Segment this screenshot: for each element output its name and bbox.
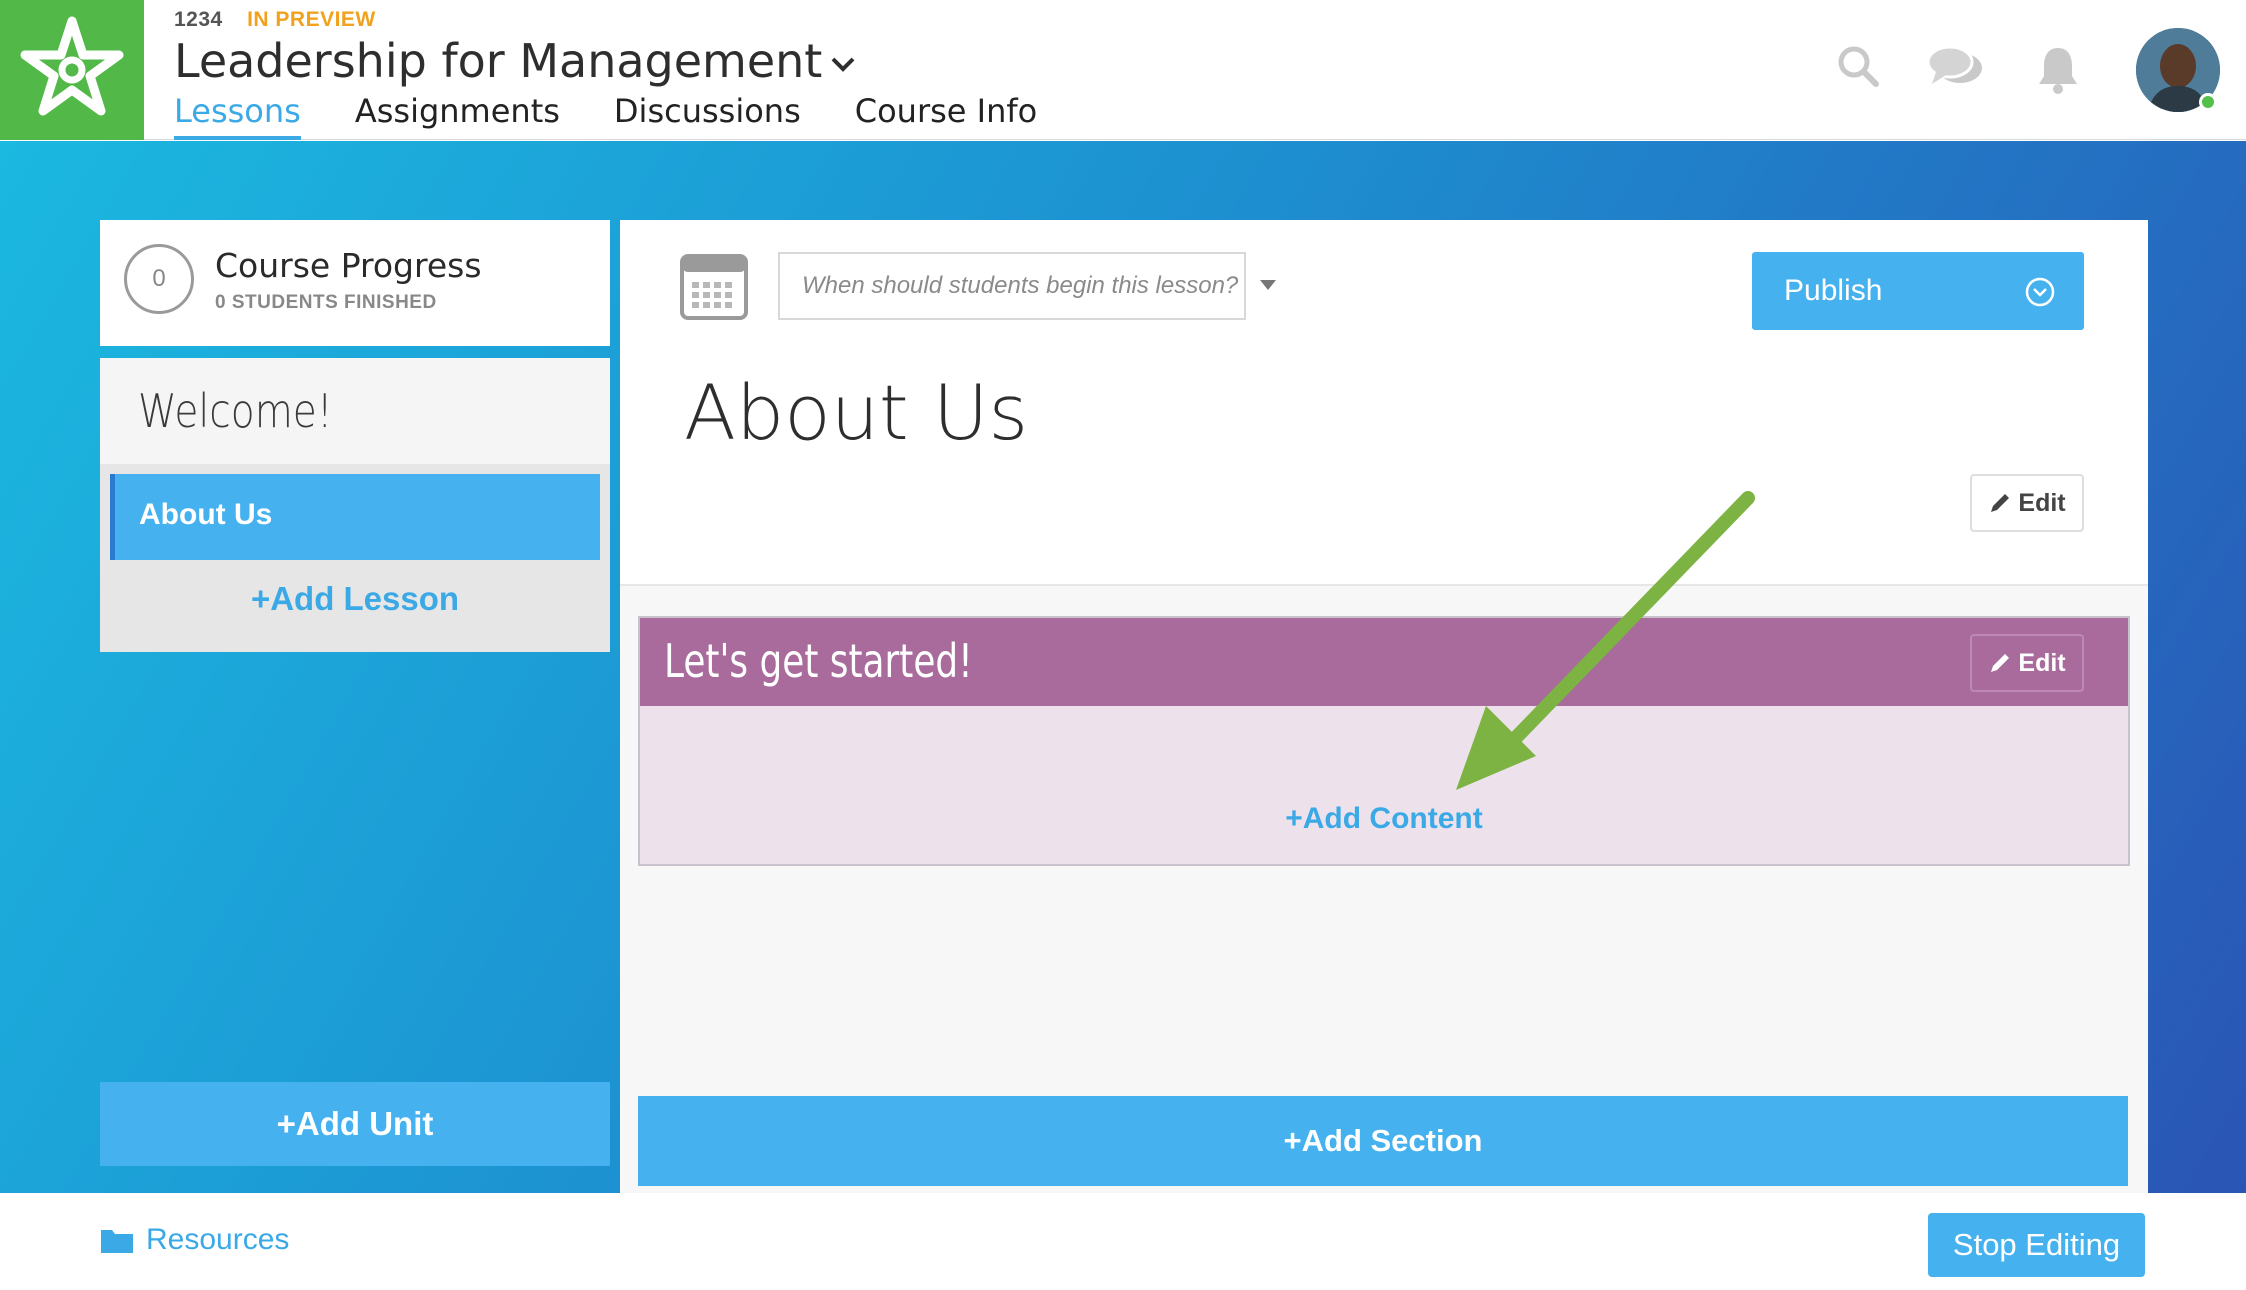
unit-card: Welcome! About Us +Add Lesson	[100, 358, 610, 652]
stop-editing-button[interactable]: Stop Editing	[1928, 1213, 2145, 1277]
add-content-button[interactable]: +Add Content	[640, 802, 2128, 836]
course-title-dropdown[interactable]: Leadership for Management	[174, 34, 856, 88]
tab-assignments[interactable]: Assignments	[355, 92, 560, 140]
course-id: 1234	[174, 8, 223, 31]
course-nav: Lessons Assignments Discussions Course I…	[174, 92, 1091, 140]
resources-label: Resources	[146, 1223, 290, 1256]
progress-subtitle: 0 STUDENTS FINISHED	[215, 292, 437, 313]
section-header: Let's get started! Edit	[640, 618, 2128, 706]
start-date-field[interactable]: When should students begin this lesson?	[778, 252, 1246, 320]
folder-icon	[101, 1230, 133, 1253]
edit-label: Edit	[2018, 648, 2066, 677]
tab-discussions[interactable]: Discussions	[614, 92, 801, 140]
add-unit-button[interactable]: +Add Unit	[100, 1082, 610, 1166]
lesson-editor-panel: When should students begin this lesson? …	[620, 220, 2148, 1193]
course-progress-card[interactable]: 0 Course Progress 0 STUDENTS FINISHED	[100, 220, 610, 346]
search-icon[interactable]	[1836, 44, 1880, 88]
chat-icon[interactable]	[1926, 44, 1986, 90]
publish-button[interactable]: Publish	[1752, 252, 2084, 330]
pencil-icon	[1991, 654, 2010, 672]
calendar-icon[interactable]	[680, 250, 748, 320]
progress-ring: 0	[124, 244, 194, 314]
edit-lesson-button[interactable]: Edit	[1970, 474, 2084, 532]
section-title: Let's get started!	[664, 634, 973, 688]
lesson-section: Let's get started! Edit +Add Content	[638, 616, 2130, 866]
chevron-down-icon	[831, 57, 855, 72]
resources-link[interactable]: Resources	[100, 1223, 289, 1257]
course-meta: 1234 IN PREVIEW	[174, 8, 376, 32]
lesson-header: When should students begin this lesson? …	[620, 220, 2148, 586]
edit-label: Edit	[2018, 488, 2066, 517]
progress-title: Course Progress	[215, 246, 482, 285]
tab-lessons[interactable]: Lessons	[174, 92, 301, 140]
tab-course-info[interactable]: Course Info	[855, 92, 1037, 140]
top-header: 1234 IN PREVIEW Leadership for Managemen…	[0, 0, 2246, 140]
date-dropdown-caret-icon[interactable]	[1260, 280, 1276, 290]
chevron-circle-down-icon	[2025, 277, 2055, 307]
preview-status: IN PREVIEW	[247, 8, 376, 31]
app-logo[interactable]	[0, 0, 144, 140]
lesson-title: About Us	[684, 368, 1029, 457]
course-title: Leadership for Management	[174, 34, 823, 88]
publish-label: Publish	[1784, 274, 1883, 307]
unit-header[interactable]: Welcome!	[100, 358, 610, 464]
lesson-label: About Us	[139, 498, 273, 531]
online-status-dot	[2199, 93, 2217, 111]
footer-bar: Resources Stop Editing	[0, 1193, 2246, 1290]
edit-section-button[interactable]: Edit	[1970, 634, 2084, 692]
pencil-icon	[1991, 494, 2010, 512]
unit-title: Welcome!	[138, 384, 333, 438]
bell-icon[interactable]	[2036, 44, 2080, 94]
add-section-button[interactable]: +Add Section	[638, 1096, 2128, 1186]
star-logo-icon	[20, 16, 124, 116]
add-lesson-button[interactable]: +Add Lesson	[100, 580, 610, 618]
sidebar-item-about-us[interactable]: About Us	[110, 474, 600, 560]
